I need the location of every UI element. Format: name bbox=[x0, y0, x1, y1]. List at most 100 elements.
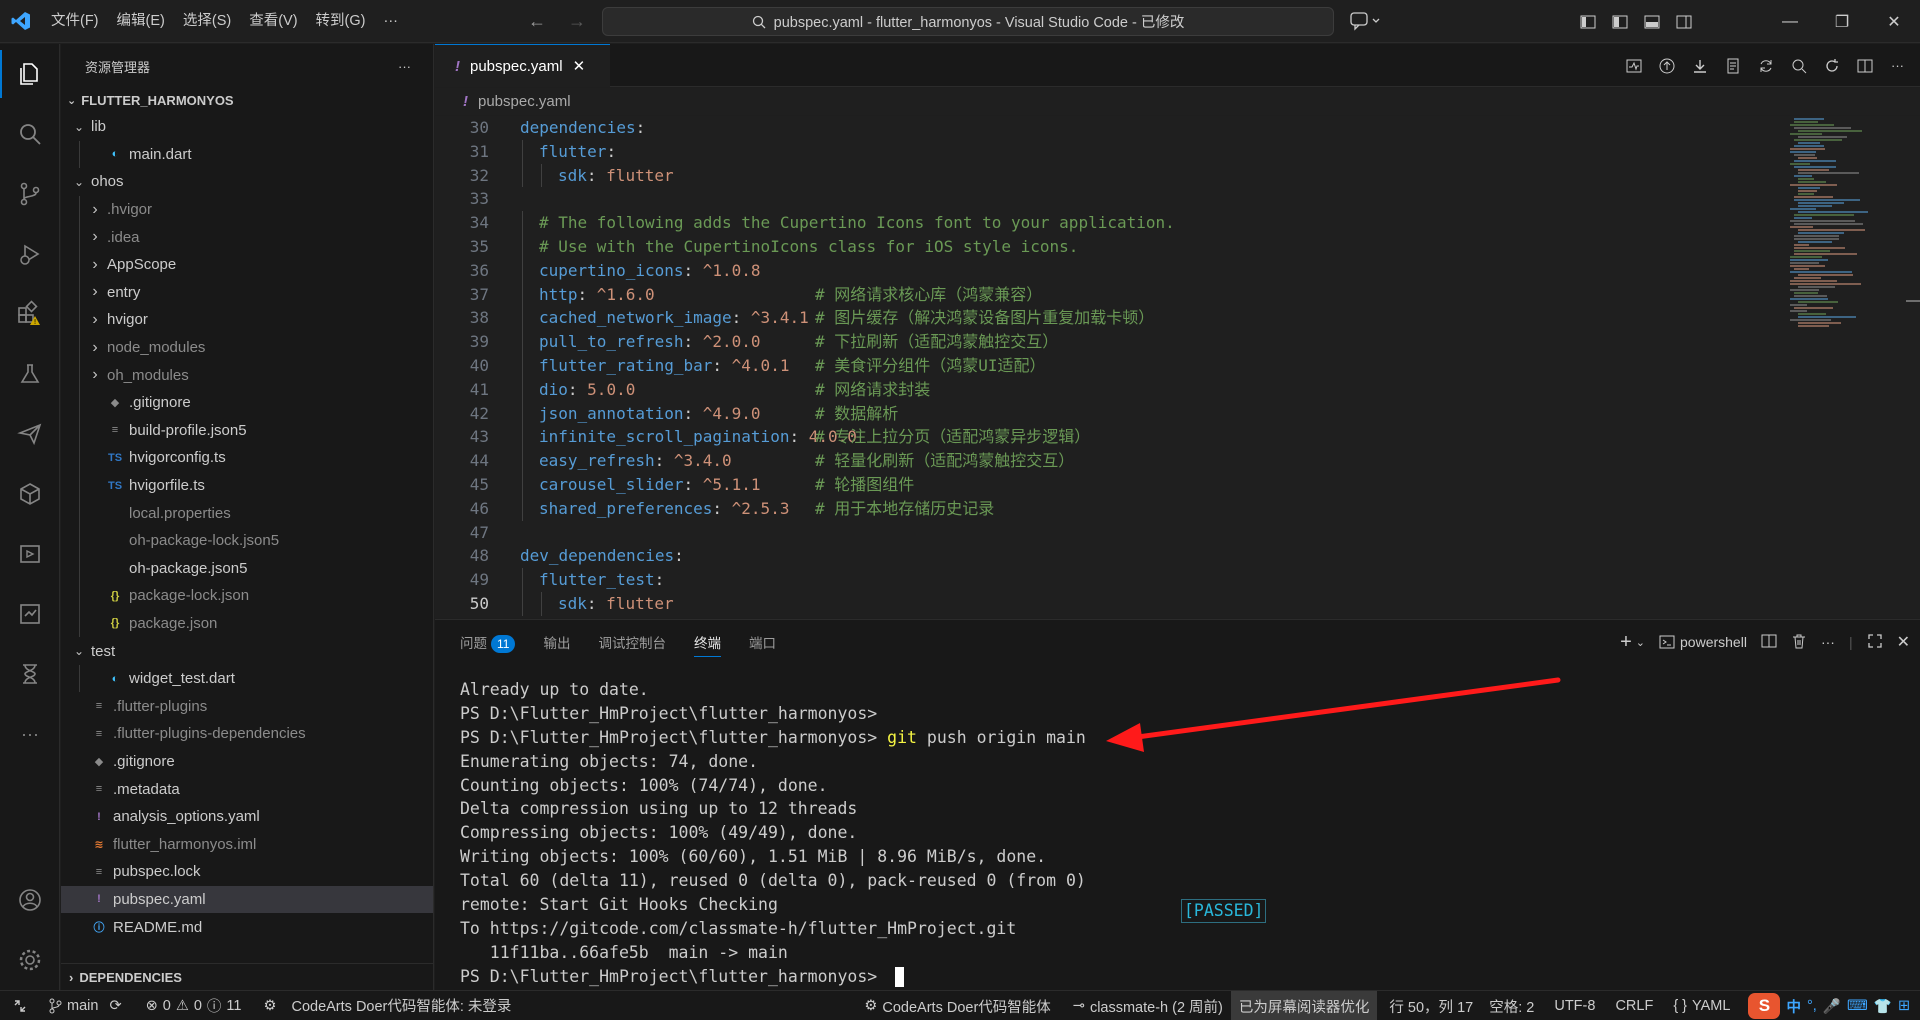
split-editor-icon[interactable] bbox=[1852, 58, 1877, 74]
sogou-ime-icon[interactable]: S bbox=[1748, 993, 1781, 1019]
deploy-board-icon[interactable] bbox=[0, 584, 60, 644]
close-window-icon[interactable]: ✕ bbox=[1868, 0, 1920, 43]
terminal-output[interactable]: Already up to date. PS D:\Flutter_HmProje… bbox=[460, 678, 1086, 989]
tree-file[interactable]: ! analysis_options.yaml bbox=[61, 803, 433, 831]
run-debug-icon[interactable] bbox=[0, 224, 60, 284]
sync-icon[interactable] bbox=[1753, 58, 1778, 74]
settings-gear-icon[interactable] bbox=[0, 930, 60, 990]
send-deploy-icon[interactable] bbox=[0, 404, 60, 464]
tab-output[interactable]: 输出 bbox=[543, 632, 570, 652]
tab-ports[interactable]: 端口 bbox=[749, 632, 776, 652]
tree-folder[interactable]: › AppScope bbox=[61, 250, 433, 279]
close-panel-icon[interactable]: ✕ bbox=[1897, 632, 1910, 652]
menu-view[interactable]: 查看(V) bbox=[240, 0, 306, 43]
dependencies-section[interactable]: › DEPENDENCIES bbox=[61, 963, 433, 990]
minimap[interactable] bbox=[1785, 116, 1920, 618]
tree-folder[interactable]: › node_modules bbox=[61, 333, 433, 362]
screen-reader-status[interactable]: 已为屏幕阅读器优化 bbox=[1230, 991, 1378, 1020]
new-terminal-plus-icon[interactable]: + bbox=[1620, 631, 1632, 654]
restore-icon[interactable]: ❐ bbox=[1816, 0, 1868, 43]
tree-file[interactable]: ≡ .metadata bbox=[61, 775, 433, 803]
language-mode[interactable]: { } YAML bbox=[1665, 991, 1738, 1020]
tree-folder[interactable]: › oh_modules bbox=[61, 361, 433, 389]
more-views-icon[interactable]: ··· bbox=[0, 704, 60, 764]
ime-punctuation[interactable]: °, bbox=[1807, 998, 1817, 1014]
panel-more-icon[interactable]: ··· bbox=[1821, 634, 1835, 650]
testing-flask-icon[interactable] bbox=[0, 344, 60, 404]
maximize-panel-icon[interactable] bbox=[1867, 633, 1883, 652]
tree-file[interactable]: TS hvigorconfig.ts bbox=[61, 444, 433, 472]
tree-file[interactable]: {} package.json bbox=[61, 609, 433, 638]
toggle-sidebar-icon[interactable] bbox=[1604, 0, 1636, 43]
more-actions-icon[interactable]: ··· bbox=[1885, 58, 1910, 73]
encoding[interactable]: UTF-8 bbox=[1546, 991, 1603, 1020]
tree-folder[interactable]: › .hvigor bbox=[61, 195, 433, 224]
tree-file[interactable]: ⓘ README.md bbox=[61, 913, 433, 941]
download-icon[interactable] bbox=[1687, 58, 1712, 74]
explorer-more-icon[interactable]: ··· bbox=[398, 59, 411, 74]
package-cube-icon[interactable] bbox=[0, 464, 60, 524]
tree-file[interactable]: ≡ build-profile.json5 bbox=[61, 416, 433, 445]
forward-arrow-icon[interactable]: → bbox=[568, 11, 586, 32]
code-editor[interactable]: 30 dependencies: 31 flutter: 32 sdk: flutte… bbox=[435, 116, 1785, 618]
document-icon[interactable] bbox=[1720, 58, 1745, 74]
tab-terminal[interactable]: 终端 bbox=[693, 632, 721, 657]
tree-file[interactable]: ◐ main.dart bbox=[61, 140, 433, 169]
tab-pubspec-yaml[interactable]: ! pubspec.yaml ✕ bbox=[435, 44, 610, 87]
trash-icon[interactable] bbox=[1791, 633, 1807, 652]
tree-file[interactable]: oh-package.json5 bbox=[61, 554, 433, 583]
account-icon[interactable] bbox=[0, 870, 60, 930]
problems-status[interactable]: ⊗ 0 ⚠ 0 ⓘ 11 bbox=[138, 991, 250, 1020]
source-control-icon[interactable] bbox=[0, 164, 60, 224]
layout-customize-icon[interactable] bbox=[1572, 0, 1604, 43]
extensions-icon[interactable]: ! bbox=[0, 284, 60, 344]
tree-file[interactable]: ≋ flutter_harmonyos.iml bbox=[61, 830, 433, 858]
menu-selection[interactable]: 选择(S) bbox=[174, 0, 240, 43]
tree-file[interactable]: ≡ .flutter-plugins-dependencies bbox=[61, 720, 433, 748]
tree-file[interactable]: oh-package-lock.json5 bbox=[61, 526, 433, 555]
ime-grid-icon[interactable]: ⊞ bbox=[1898, 998, 1910, 1014]
ime-chinese-mode[interactable]: 中 bbox=[1786, 996, 1801, 1017]
remote-indicator-icon[interactable] bbox=[0, 991, 40, 1020]
menu-go[interactable]: 转到(G) bbox=[307, 0, 375, 43]
tree-file[interactable]: TS hvigorfile.ts bbox=[61, 471, 433, 500]
tree-folder[interactable]: ⌄ lib bbox=[61, 113, 433, 141]
close-tab-icon[interactable]: ✕ bbox=[573, 57, 586, 75]
tab-debug-console[interactable]: 调试控制台 bbox=[598, 632, 666, 652]
tree-file[interactable]: ! pubspec.yaml bbox=[61, 885, 433, 914]
cursor-position[interactable]: 行 50，列 17 bbox=[1381, 991, 1481, 1020]
tree-file[interactable]: {} package-lock.json bbox=[61, 582, 433, 610]
tree-file[interactable]: ◆ .gitignore bbox=[61, 748, 433, 776]
tree-file[interactable]: ◆ .gitignore bbox=[61, 388, 433, 417]
microphone-icon[interactable]: 🎤 bbox=[1823, 998, 1841, 1015]
menu-file[interactable]: 文件(F) bbox=[42, 0, 108, 43]
git-blame-status[interactable]: ⊸ classmate-h (2 周前) bbox=[1065, 991, 1231, 1020]
tree-file[interactable]: local.properties bbox=[61, 499, 433, 527]
indentation[interactable]: 空格: 2 bbox=[1481, 991, 1542, 1020]
codearts-login-status[interactable]: ⚙ CodeArts Doer代码智能体: 未登录 bbox=[255, 991, 519, 1020]
remote-debug-icon[interactable] bbox=[0, 524, 60, 584]
back-arrow-icon[interactable]: ← bbox=[528, 11, 546, 32]
tree-folder[interactable]: › .idea bbox=[61, 223, 433, 251]
keyboard-icon[interactable]: ⌨ bbox=[1847, 998, 1868, 1014]
menu-more[interactable]: ··· bbox=[374, 0, 407, 43]
branch-status[interactable]: main ⟳ bbox=[40, 991, 130, 1020]
chevron-down-icon[interactable]: ⌄ bbox=[1636, 636, 1645, 649]
pulse-icon[interactable] bbox=[1621, 58, 1646, 74]
tree-file[interactable]: ◐ widget_test.dart bbox=[61, 664, 433, 693]
tree-folder[interactable]: ⌄ ohos bbox=[61, 168, 433, 196]
search-icon[interactable] bbox=[0, 104, 60, 164]
terminal-shell-selector[interactable]: powershell bbox=[1659, 634, 1747, 650]
breadcrumb-file[interactable]: pubspec.yaml bbox=[478, 93, 571, 110]
find-icon[interactable] bbox=[1786, 58, 1811, 74]
skin-shirt-icon[interactable]: 👕 bbox=[1874, 998, 1892, 1015]
refresh-icon[interactable] bbox=[1819, 58, 1844, 74]
end-of-line[interactable]: CRLF bbox=[1607, 991, 1661, 1020]
menu-edit[interactable]: 编辑(E) bbox=[108, 0, 174, 43]
sync-status-icon[interactable]: ⟳ bbox=[109, 998, 121, 1014]
codearts-agent-status[interactable]: ⚙ CodeArts Doer代码智能体 bbox=[856, 991, 1058, 1020]
toggle-secondary-sidebar-icon[interactable] bbox=[1668, 0, 1700, 43]
explorer-icon[interactable] bbox=[0, 44, 60, 104]
toggle-panel-icon[interactable] bbox=[1636, 0, 1668, 43]
upload-icon[interactable] bbox=[1654, 58, 1679, 74]
